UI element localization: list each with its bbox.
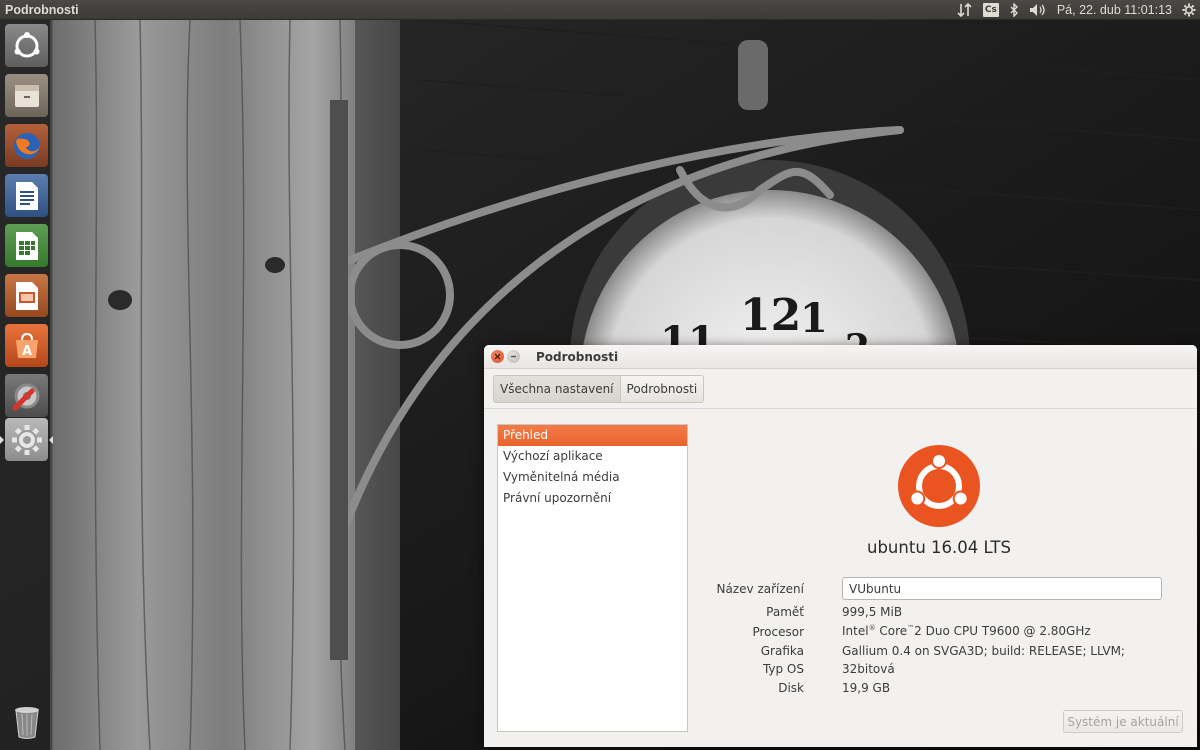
window-toolbar: Všechna nastavení Podrobnosti <box>484 369 1197 409</box>
minimize-icon <box>511 355 516 358</box>
svg-text:A: A <box>21 344 31 359</box>
launcher-system-settings[interactable] <box>0 418 53 461</box>
launcher-firefox[interactable] <box>5 124 48 167</box>
details-sidebar: Přehled Výchozí aplikace Vyměnitelná méd… <box>497 424 688 732</box>
minimize-button[interactable] <box>507 350 520 363</box>
launcher-writer[interactable] <box>5 174 48 217</box>
ubuntu-logo <box>898 445 980 527</box>
launcher: A <box>0 20 53 750</box>
breadcrumb-details[interactable]: Podrobnosti <box>620 374 705 403</box>
ubuntu-dash-icon <box>14 31 39 57</box>
launcher-trash[interactable] <box>5 700 48 743</box>
disk-value: 19,9 GB <box>842 681 891 695</box>
trash-icon <box>14 706 39 739</box>
launcher-impress[interactable] <box>5 274 48 317</box>
processor-line: Core <box>875 624 908 638</box>
details-window: Podrobnosti Všechna nastavení Podrobnost… <box>484 345 1197 747</box>
os-type-value: 32bitová <box>842 662 895 676</box>
sidebar-item-removable-media[interactable]: Vyměnitelná média <box>498 467 687 488</box>
indicator-area: Cs Pá, 22. dub 11:01:13 <box>947 0 1200 20</box>
keyboard-layout-label: Cs <box>982 2 999 17</box>
launcher-calc[interactable] <box>5 224 48 267</box>
clock[interactable]: Pá, 22. dub 11:01:13 <box>1057 0 1172 20</box>
keyboard-layout-indicator[interactable]: Cs <box>982 0 999 20</box>
memory-value: 999,5 MiB <box>842 605 903 619</box>
memory-label: Paměť <box>766 605 804 619</box>
firefox-icon <box>13 132 40 159</box>
libreoffice-impress-icon <box>15 281 38 310</box>
volume-icon[interactable] <box>1029 0 1047 20</box>
os-type-label: Typ OS <box>762 662 804 676</box>
sidebar-item-overview[interactable]: Přehled <box>498 425 687 446</box>
launcher-software-center[interactable]: A <box>5 324 48 367</box>
bluetooth-icon[interactable] <box>1009 0 1019 20</box>
registered-mark: ® <box>868 624 876 632</box>
launcher-system-tools[interactable] <box>5 374 48 417</box>
libreoffice-calc-icon <box>15 231 38 260</box>
processor-model: 2 Duo CPU T9600 @ 2.80GHz <box>914 624 1091 638</box>
sidebar-item-legal-notice[interactable]: Právní upozornění <box>498 488 687 509</box>
system-settings-icon <box>11 424 42 455</box>
top-panel: Podrobnosti Cs Pá, 22. dub 11:01:13 <box>0 0 1200 20</box>
system-up-to-date-button[interactable]: Systém je aktuální <box>1063 710 1183 733</box>
processor-brand: Intel <box>842 624 869 638</box>
device-name-input[interactable] <box>842 577 1162 600</box>
session-gear-icon[interactable] <box>1182 0 1196 20</box>
panel-app-title: Podrobnosti <box>5 2 79 17</box>
network-icon[interactable] <box>957 0 973 20</box>
close-icon <box>494 353 501 360</box>
files-icon <box>14 84 39 107</box>
distro-name: ubuntu 16.04 LTS <box>867 538 1011 557</box>
software-center-icon: A <box>15 332 38 359</box>
window-title: Podrobnosti <box>536 349 619 364</box>
sidebar-item-default-apps[interactable]: Výchozí aplikace <box>498 446 687 467</box>
svg-text:12: 12 <box>740 290 801 341</box>
disk-label: Disk <box>778 681 804 695</box>
launcher-dash-home[interactable] <box>5 24 48 67</box>
window-titlebar[interactable]: Podrobnosti <box>484 345 1197 369</box>
svg-text:1: 1 <box>800 295 828 342</box>
breadcrumb-all-settings[interactable]: Všechna nastavení <box>493 374 621 403</box>
libreoffice-writer-icon <box>15 181 38 210</box>
system-tools-icon <box>12 383 39 410</box>
launcher-files[interactable] <box>5 74 48 117</box>
close-button[interactable] <box>491 350 504 363</box>
processor-value: Intel® Core™2 Duo CPU T9600 @ 2.80GHz <box>842 624 1091 638</box>
graphics-value: Gallium 0.4 on SVGA3D; build: RELEASE; L… <box>842 644 1125 658</box>
graphics-label: Grafika <box>760 644 804 658</box>
device-name-label: Název zařízení <box>716 582 804 596</box>
processor-label: Procesor <box>752 625 804 639</box>
